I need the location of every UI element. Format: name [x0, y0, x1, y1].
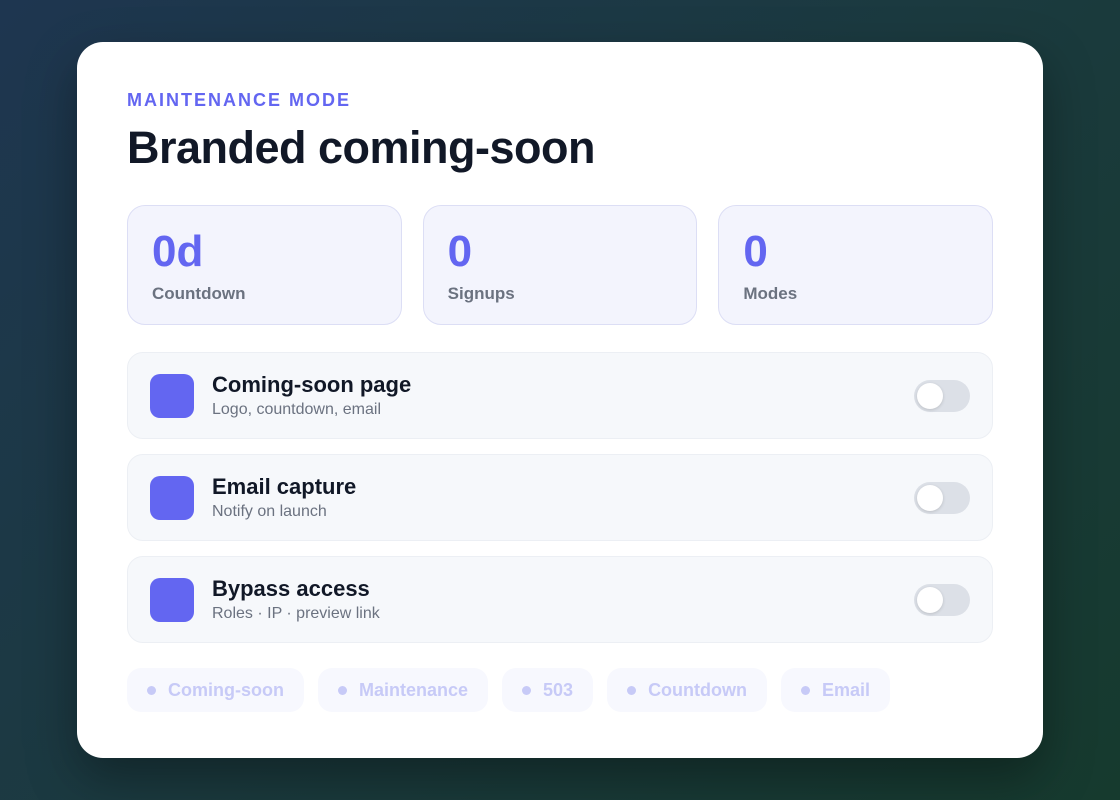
- email-capture-toggle[interactable]: [914, 481, 970, 514]
- feature-title: Bypass access: [212, 576, 370, 601]
- settings-card: MAINTENANCE MODE Branded coming-soon 0d …: [77, 42, 1043, 758]
- stat-label: Signups: [447, 284, 515, 303]
- dot-icon: [801, 685, 811, 695]
- stat-value: 0d: [152, 227, 204, 276]
- stat-label: Modes: [743, 284, 798, 303]
- feature-subtitle: Notify on launch: [212, 503, 327, 520]
- dot-icon: [147, 685, 156, 695]
- feature-icon: [150, 577, 194, 622]
- stat-modes: 0 Modes: [718, 205, 994, 325]
- stat-countdown: 0d Countdown: [127, 205, 402, 325]
- tag-chip: Countdown: [607, 668, 768, 712]
- feature-row-email-capture: Email capture Notify on launch: [127, 454, 993, 541]
- feature-row-coming-soon-page: Coming-soon page Logo, countdown, email: [127, 352, 993, 439]
- feature-text: Email capture Notify on launch: [212, 474, 914, 521]
- feature-icon: [150, 373, 194, 418]
- toggle-knob: [917, 586, 943, 613]
- tag-chip: Coming-soon: [127, 668, 304, 712]
- stat-signups: 0 Signups: [422, 205, 698, 325]
- feature-text: Coming-soon page Logo, countdown, email: [212, 372, 914, 419]
- feature-title: Coming-soon page: [212, 372, 412, 397]
- tag-label: Countdown: [648, 679, 748, 700]
- stats-row: 0d Countdown 0 Signups 0 Modes: [127, 205, 994, 325]
- toggle-knob: [917, 484, 943, 511]
- tag-chip: Maintenance: [317, 668, 489, 712]
- stat-label: Countdown: [152, 284, 246, 303]
- tag-chip: 503: [502, 668, 594, 712]
- feature-subtitle: Logo, countdown, email: [212, 401, 381, 418]
- feature-text: Bypass access Roles · IP · preview link: [212, 576, 914, 623]
- feature-list: Coming-soon page Logo, countdown, email …: [127, 352, 993, 658]
- feature-row-bypass-access: Bypass access Roles · IP · preview link: [127, 556, 993, 643]
- page-title: Branded coming-soon: [127, 122, 596, 173]
- bypass-access-toggle[interactable]: [914, 583, 970, 616]
- feature-subtitle: Roles · IP · preview link: [212, 605, 380, 622]
- stat-value: 0: [743, 227, 768, 276]
- stat-value: 0: [447, 227, 473, 276]
- tag-chip: Email: [781, 668, 891, 712]
- dot-icon: [627, 685, 637, 695]
- tag-list: Coming-soon Maintenance 503 Countdown Em…: [127, 668, 891, 712]
- tag-label: Coming-soon: [168, 679, 284, 700]
- tag-label: Maintenance: [358, 679, 469, 700]
- dot-icon: [522, 685, 532, 695]
- feature-title: Email capture: [212, 474, 357, 499]
- tag-label: Email: [822, 679, 871, 700]
- tag-label: 503: [543, 679, 574, 700]
- feature-icon: [150, 475, 194, 520]
- eyebrow-label: MAINTENANCE MODE: [127, 90, 351, 110]
- coming-soon-page-toggle[interactable]: [914, 379, 970, 412]
- toggle-knob: [917, 382, 943, 409]
- dot-icon: [337, 685, 347, 695]
